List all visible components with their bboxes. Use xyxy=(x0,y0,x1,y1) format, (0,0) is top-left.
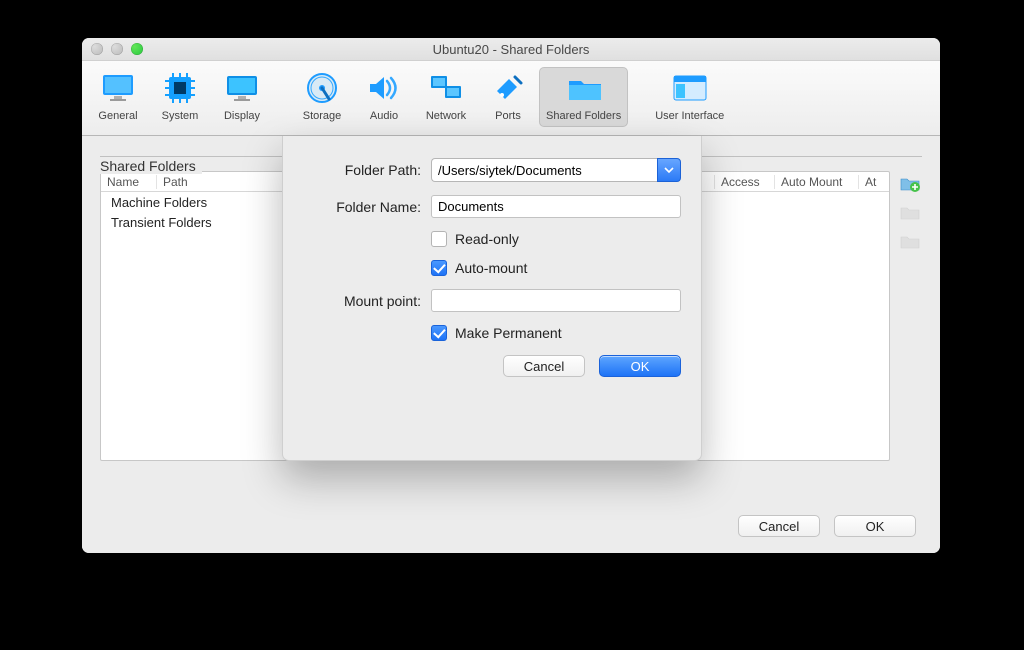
folder-plus-icon xyxy=(900,174,920,192)
automount-checkbox[interactable] xyxy=(431,260,447,276)
main-footer: Cancel OK xyxy=(100,501,922,537)
edit-folder-button xyxy=(900,202,920,222)
folder-path-input[interactable] xyxy=(431,158,657,182)
make-permanent-checkbox[interactable] xyxy=(431,325,447,341)
network-icon xyxy=(428,70,464,106)
tab-ports[interactable]: Ports xyxy=(477,67,539,127)
tab-storage[interactable]: Storage xyxy=(291,67,353,127)
chip-icon xyxy=(162,70,198,106)
folder-remove-icon xyxy=(900,232,920,250)
section-title: Shared Folders xyxy=(98,158,202,174)
col-name[interactable]: Name xyxy=(101,175,157,189)
disk-icon xyxy=(304,70,340,106)
ok-button[interactable]: OK xyxy=(834,515,916,537)
settings-window: Ubuntu20 - Shared Folders General System… xyxy=(82,38,940,553)
remove-folder-button xyxy=(900,231,920,251)
add-share-sheet: Folder Path: Folder Name: xyxy=(282,136,702,461)
col-at[interactable]: At xyxy=(859,175,889,189)
zoom-button[interactable] xyxy=(131,43,143,55)
titlebar: Ubuntu20 - Shared Folders xyxy=(82,38,940,61)
folder-name-input[interactable] xyxy=(431,195,681,218)
monitor-icon xyxy=(100,70,136,106)
sheet-footer: Cancel OK xyxy=(303,355,681,377)
minimize-button[interactable] xyxy=(111,43,123,55)
add-folder-button[interactable] xyxy=(900,173,920,193)
make-permanent-label: Make Permanent xyxy=(455,325,562,341)
close-button[interactable] xyxy=(91,43,103,55)
automount-label: Auto-mount xyxy=(455,260,527,276)
tab-general[interactable]: General xyxy=(87,67,149,127)
tab-audio[interactable]: Audio xyxy=(353,67,415,127)
tab-display[interactable]: Display xyxy=(211,67,273,127)
readonly-checkbox[interactable] xyxy=(431,231,447,247)
traffic-lights xyxy=(91,43,143,55)
toolbar: General System Display Storage Audio xyxy=(82,61,940,136)
folder-icon xyxy=(566,70,602,106)
window-layout-icon xyxy=(672,70,708,106)
tab-system[interactable]: System xyxy=(149,67,211,127)
window-title: Ubuntu20 - Shared Folders xyxy=(82,42,940,57)
mount-point-input[interactable] xyxy=(431,289,681,312)
content-area: Shared Folders Name Path Access Auto Mou… xyxy=(82,136,940,553)
tab-user-interface[interactable]: User Interface xyxy=(648,67,731,127)
col-auto-mount[interactable]: Auto Mount xyxy=(775,175,859,189)
tab-shared-folders[interactable]: Shared Folders xyxy=(539,67,628,127)
label-folder-name: Folder Name: xyxy=(303,199,421,215)
folder-edit-icon xyxy=(900,203,920,221)
chevron-down-icon[interactable] xyxy=(657,158,681,182)
sheet-cancel-button[interactable]: Cancel xyxy=(503,355,585,377)
readonly-label: Read-only xyxy=(455,231,519,247)
sheet-ok-button[interactable]: OK xyxy=(599,355,681,377)
speaker-icon xyxy=(366,70,402,106)
label-folder-path: Folder Path: xyxy=(303,162,421,178)
label-mount-point: Mount point: xyxy=(303,293,421,309)
display-icon xyxy=(224,70,260,106)
tab-network[interactable]: Network xyxy=(415,67,477,127)
side-buttons xyxy=(900,171,922,501)
col-access[interactable]: Access xyxy=(715,175,775,189)
connector-icon xyxy=(490,70,526,106)
folder-path-combo[interactable] xyxy=(431,158,681,182)
cancel-button[interactable]: Cancel xyxy=(738,515,820,537)
